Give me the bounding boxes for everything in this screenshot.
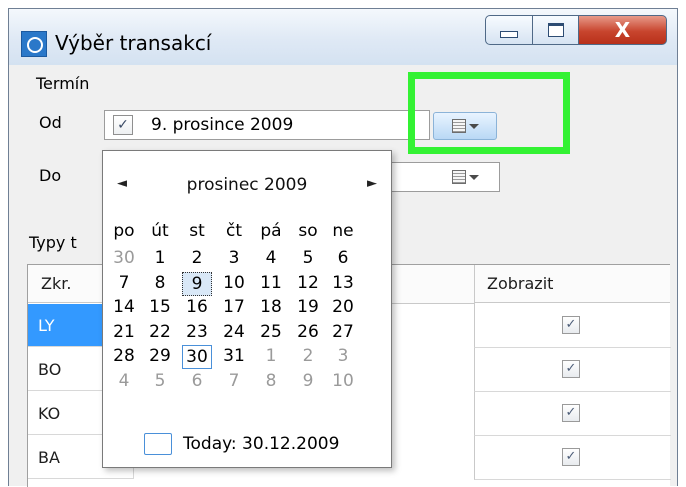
calendar-day[interactable]: 20: [328, 296, 358, 318]
weekday-header: so: [298, 221, 318, 241]
calendar-day[interactable]: 8: [256, 370, 286, 392]
typy-group-label: Typy t: [29, 233, 77, 252]
calendar-day[interactable]: 13: [328, 272, 358, 294]
title-bar[interactable]: Výběr transakcí X: [9, 9, 677, 65]
calendar-day[interactable]: 15: [145, 296, 175, 318]
close-button[interactable]: X: [579, 15, 667, 45]
calendar-day[interactable]: 18: [256, 296, 286, 318]
calendar-day[interactable]: 4: [109, 370, 139, 392]
highlight-annotation-box: [408, 72, 570, 154]
calendar-day[interactable]: 11: [256, 272, 286, 294]
weekday-header: čt: [225, 221, 242, 241]
calendar-day[interactable]: 25: [256, 321, 286, 343]
show-checkbox[interactable]: ✓: [562, 404, 580, 422]
calendar-day[interactable]: 17: [219, 296, 249, 318]
od-enable-checkbox[interactable]: ✓: [113, 115, 133, 135]
calendar-popup: ◄ prosinec 2009 ► po út st čt pá so ne 30 1 2 3 4 5 6…: [102, 150, 392, 468]
calendar-day[interactable]: 19: [293, 296, 323, 318]
od-date-value: 9. prosince 2009: [151, 115, 294, 135]
calendar-month-label[interactable]: prosinec 2009: [103, 175, 391, 195]
calendar-day[interactable]: 5: [145, 370, 175, 392]
calendar-day[interactable]: 5: [293, 247, 323, 269]
calendar-day[interactable]: 24: [219, 321, 249, 343]
calendar-day[interactable]: 12: [293, 272, 323, 294]
column-header-show[interactable]: Zobrazit: [474, 265, 670, 303]
table-row-show-cell: ✓: [474, 348, 671, 392]
weekday-header: út: [151, 221, 169, 241]
od-date-field[interactable]: ✓ 9. prosince 2009: [104, 110, 430, 140]
today-marker-icon: [144, 433, 172, 455]
chevron-down-icon: [468, 174, 479, 180]
calendar-day[interactable]: 7: [109, 272, 139, 294]
table-row-show-cell: ✓: [474, 392, 671, 436]
weekday-header: po: [113, 221, 135, 241]
maximize-button[interactable]: [533, 15, 579, 45]
weekday-header: st: [189, 221, 205, 241]
calendar-day[interactable]: 26: [293, 321, 323, 343]
calendar-day[interactable]: 14: [109, 296, 139, 318]
next-month-icon[interactable]: ►: [367, 176, 377, 191]
calendar-day[interactable]: 1: [256, 345, 286, 367]
weekday-header: pá: [260, 221, 282, 241]
termin-group-label: Termín: [36, 74, 90, 93]
calendar-day[interactable]: 3: [219, 247, 249, 269]
calendar-day[interactable]: 6: [182, 370, 212, 392]
calendar-day[interactable]: 21: [109, 321, 139, 343]
close-icon: X: [614, 18, 631, 42]
calendar-day[interactable]: 8: [145, 272, 175, 294]
table-row-show-cell: ✓: [474, 304, 671, 348]
calendar-day[interactable]: 31: [219, 345, 249, 367]
calendar-icon: [451, 170, 466, 184]
calendar-day[interactable]: 3: [328, 345, 358, 367]
table-row-show-cell: ✓: [474, 436, 671, 480]
calendar-day[interactable]: 22: [145, 321, 175, 343]
window-title: Výběr transakcí: [55, 31, 212, 55]
minimize-icon: [500, 30, 518, 38]
app-calendar-icon: [21, 31, 47, 57]
calendar-day[interactable]: 27: [328, 321, 358, 343]
calendar-day[interactable]: 6: [328, 247, 358, 269]
show-checkbox[interactable]: ✓: [562, 360, 580, 378]
calendar-day[interactable]: 1: [145, 247, 175, 269]
od-label: Od: [39, 113, 62, 132]
calendar-day[interactable]: 23: [182, 321, 212, 343]
calendar-day[interactable]: 30: [182, 345, 212, 369]
calendar-day[interactable]: 9: [293, 370, 323, 392]
calendar-day[interactable]: 30: [109, 247, 139, 269]
calendar-day[interactable]: 10: [219, 272, 249, 294]
do-calendar-dropdown-button[interactable]: [440, 166, 490, 188]
calendar-day[interactable]: 7: [219, 370, 249, 392]
calendar-day[interactable]: 2: [182, 247, 212, 269]
calendar-day[interactable]: 4: [256, 247, 286, 269]
calendar-day[interactable]: 29: [145, 345, 175, 367]
show-checkbox[interactable]: ✓: [562, 448, 580, 466]
calendar-day[interactable]: 16: [182, 296, 212, 318]
weekday-header: ne: [332, 221, 354, 241]
today-link[interactable]: Today: 30.12.2009: [183, 434, 339, 454]
calendar-day[interactable]: 28: [109, 345, 139, 367]
do-label: Do: [39, 166, 62, 185]
show-checkbox[interactable]: ✓: [562, 316, 580, 334]
calendar-day[interactable]: 10: [328, 370, 358, 392]
minimize-button[interactable]: [485, 15, 533, 45]
calendar-day[interactable]: 9: [182, 271, 212, 296]
maximize-icon: [547, 23, 564, 37]
calendar-day[interactable]: 2: [293, 345, 323, 367]
